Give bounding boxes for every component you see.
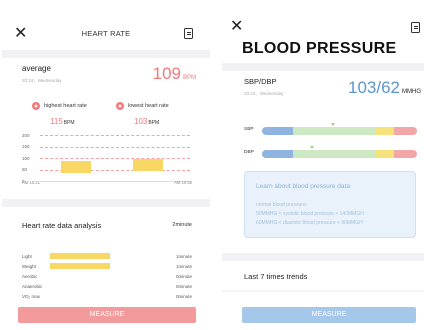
y-tick-label: 50 [22,167,28,172]
zone-row: VO₂ max 0minute [22,293,192,301]
zone-track [50,253,110,259]
divider [2,50,210,58]
y-tick-label: 150 [22,144,30,149]
y-tick-label: 200 [22,132,30,138]
grid-line [40,158,190,159]
heart-icon [116,102,124,110]
lowest-heart-rate-label: lowest heart rate [116,102,169,110]
heart-rate-chart: 200 150 100 50 0 [22,133,190,185]
grid-line [40,146,190,148]
divider [222,253,424,261]
zone-row: Light 1minute [22,253,192,261]
zone-fill [50,263,110,269]
info-line-diastolic: 60MMHG < diastolic blood pressure < 90MM… [256,220,363,226]
sbp-dbp-label: SBP/DBP [244,77,277,86]
bp-number: 103/62 [348,78,400,97]
page-title: BLOOD PRESSURE [242,40,397,57]
zone-name: Light [22,254,32,259]
average-date: 20:24、Wednesday [22,78,62,83]
heart-rate-screen: ✕ HEART RATE average 20:24、Wednesday 109… [2,0,210,330]
zone-duration: 0minute [175,284,192,289]
info-card[interactable]: Learn about blood pressure data normal b… [244,171,416,238]
zone-row: Aerobic 0minute [22,273,192,281]
heart-rate-bar [133,159,163,171]
zone-track [50,293,110,299]
scale-segment-normal [293,127,376,135]
average-number: 109 [152,64,181,83]
zone-track [50,263,110,269]
average-unit: BPM [182,75,196,81]
y-tick-label: 100 [22,155,30,161]
zone-duration: 1minute [175,254,192,259]
zone-name: Anaerobic [22,284,43,289]
measure-date: 20:24、Wednesday [244,91,284,96]
blood-pressure-value: 103/62 MMHG [348,78,421,98]
dbp-marker [309,146,314,149]
lowest-number: 103 [134,117,148,126]
divider [222,290,424,292]
highest-heart-rate-value: 115BPM [50,117,75,126]
highest-unit: BPM [63,120,75,126]
dbp-scale [262,150,417,158]
lowest-heart-rate-value: 103BPM [134,117,159,126]
heart-rate-header: ✕ HEART RATE [2,22,210,48]
close-icon[interactable]: ✕ [230,19,243,35]
sbp-marker [331,123,336,126]
zone-name: Aerobic [22,274,38,279]
measure-button[interactable]: MEASURE [242,307,416,323]
zone-name: Weight [22,264,36,269]
lowest-unit: BPM [148,120,160,126]
analysis-duration: 2minute [172,222,192,228]
zone-name: VO₂ max [22,294,40,299]
zone-track [50,283,110,289]
highest-heart-rate-label: highest heart rate [32,102,87,110]
divider [222,63,424,71]
lowest-label-text: lowest heart rate [128,103,169,109]
x-axis-end-label: AM 10:25 [174,180,192,185]
info-heading: normal blood pressure: [256,202,308,208]
scale-segment-low [262,127,293,135]
heart-rate-bar [61,161,91,173]
blood-pressure-screen: ✕ BLOOD PRESSURE SBP/DBP 20:24、Wednesday… [222,0,424,330]
scale-segment-high [393,127,417,135]
average-value: 109 BPM [153,64,196,84]
scale-segment-elevated [375,127,394,135]
zone-row: Weight 1minute [22,263,192,271]
bp-unit: MMHG [402,89,421,95]
zone-track [50,273,110,279]
sbp-scale-label: SBP [244,127,254,132]
zone-duration: 0minute [175,294,192,299]
scale-segment-low [262,150,293,158]
zone-duration: 1minute [175,264,192,269]
highest-label-text: highest heart rate [44,103,87,109]
page-title: HEART RATE [81,29,131,38]
heart-icon [32,102,40,110]
info-line-systolic: 90MMHG < systolic blood pressure < 140MM… [256,211,364,217]
scale-segment-elevated [375,150,394,158]
history-icon[interactable] [411,22,420,33]
grid-line [40,181,190,182]
scale-segment-high [393,150,417,158]
measure-button[interactable]: MEASURE [18,307,196,323]
analysis-title: Heart rate data analysis [22,221,102,230]
zone-fill [50,253,110,259]
zone-row: Anaerobic 0minute [22,283,192,291]
zone-duration: 0minute [175,274,192,279]
dbp-scale-label: DBP [244,150,254,155]
scale-segment-normal [293,150,376,158]
sbp-scale [262,127,417,135]
history-icon[interactable] [184,28,193,39]
x-axis-start-label: AM 10:21 [22,180,40,185]
divider [2,199,210,207]
info-title: Learn about blood pressure data [256,183,350,190]
average-label: average [22,64,51,73]
trends-label: Last 7 times trends [244,272,308,281]
highest-number: 115 [50,117,63,126]
grid-line [40,135,190,136]
